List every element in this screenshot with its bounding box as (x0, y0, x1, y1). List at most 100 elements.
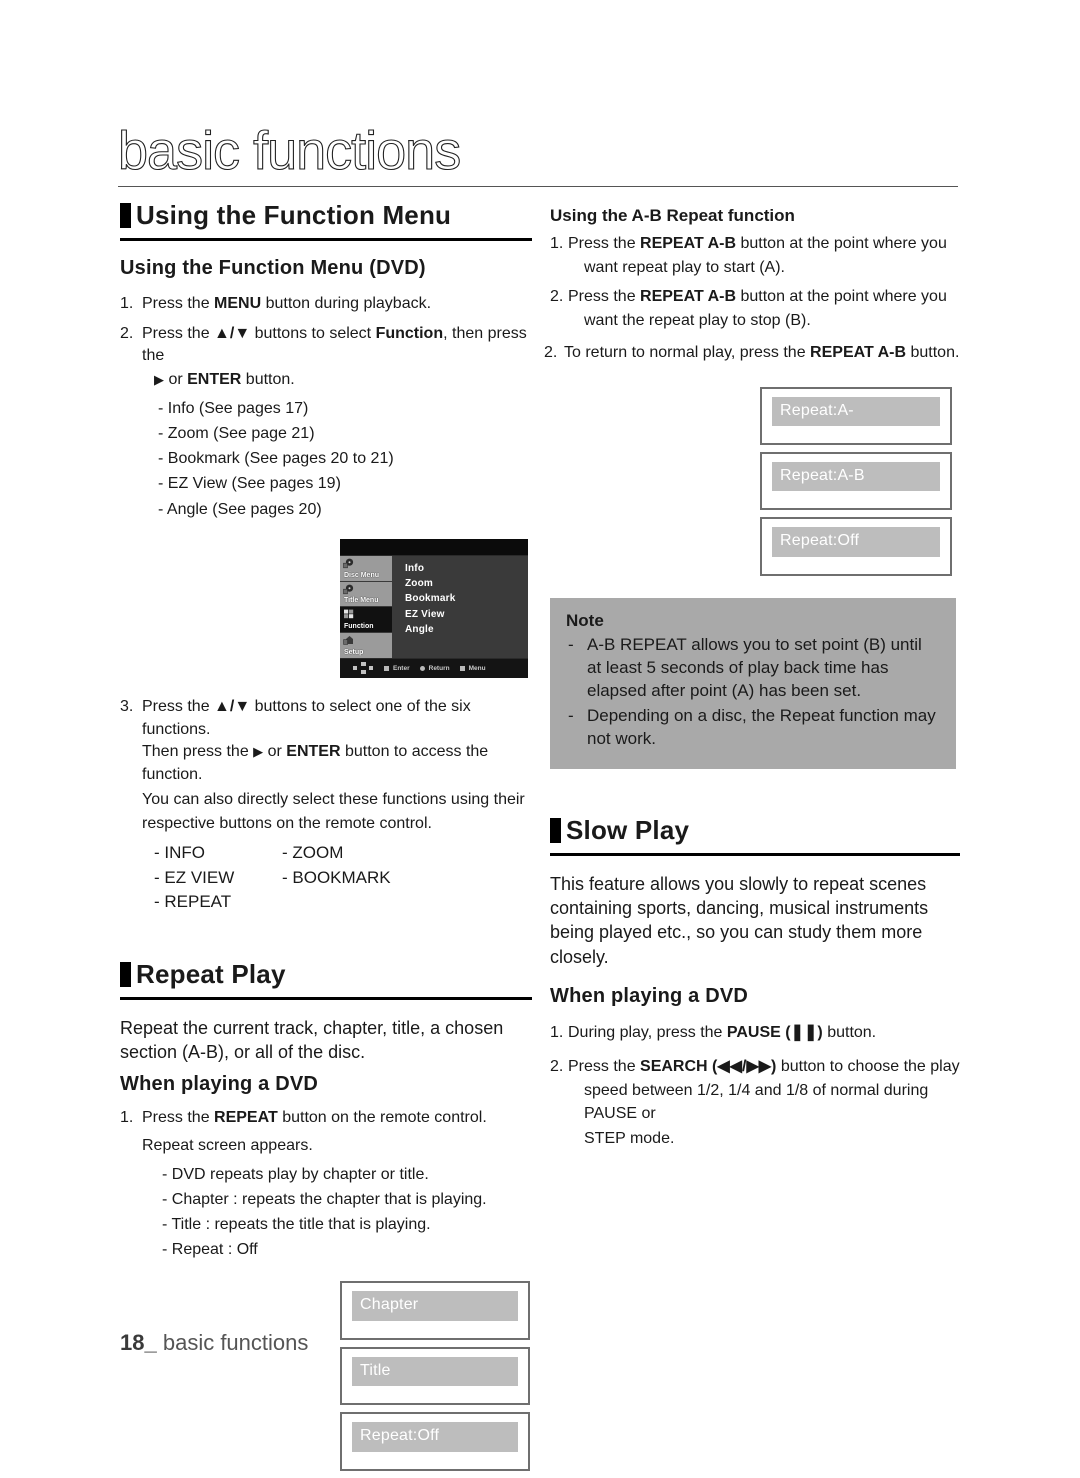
footer-label: basic functions (162, 1330, 309, 1355)
function-left-label: - INFO (154, 843, 205, 863)
list-item: 2. Press the SEARCH (◀◀/▶▶) button to ch… (550, 1056, 960, 1079)
manual-page: basic functions Using the Function Menu … (0, 0, 1080, 1471)
heading-marker-icon (120, 962, 131, 988)
list-item-continuation: STEP mode. (584, 1130, 675, 1148)
osd-label: Chapter (352, 1291, 518, 1321)
list-item: - Title : repeats the title that is play… (162, 1216, 431, 1234)
list-item-continuation: Then press the ▶ or ENTER button to acce… (142, 743, 489, 783)
list-item: - Angle (See pages 20) (158, 500, 322, 518)
menu-item-ez-view[interactable]: EZ View (405, 607, 528, 622)
list-item: 2. To return to normal play, press the R… (544, 342, 960, 365)
dvd-menu-figure: Disc Menu Title Menu Function Setup Info… (340, 538, 532, 678)
list-item: - DVD repeats play by chapter or title. (162, 1165, 429, 1183)
masthead-divider (118, 186, 958, 187)
list-item-number: 2. (550, 1058, 564, 1076)
osd-box: Repeat:A-B (760, 451, 952, 511)
list-item-number: 2. (550, 288, 564, 306)
right-arrow-icon: ▶ (154, 372, 164, 388)
list-item-number: 1. (550, 1023, 564, 1041)
left-column: Using the Function Menu Using the Functi… (120, 200, 532, 1478)
sidebar-item-label: Function (344, 623, 374, 631)
function-shortcut-list: - INFO - ZOOM - EZ VIEW - BOOKMARK - REPEA… (120, 841, 532, 915)
sidebar-item-title-menu[interactable]: Title Menu (340, 581, 392, 608)
setup-icon (343, 635, 356, 646)
list-item: 1. During play, press the PAUSE (❚❚) but… (550, 1022, 960, 1045)
osd-label: Repeat:A-B (772, 461, 940, 492)
list-item-text: Press the ▲/▼ buttons to select Function… (142, 324, 527, 365)
list-item-continuation: You can also directly select these funct… (142, 790, 525, 808)
repeat-play-block: Repeat Play Repeat the current track, ch… (120, 959, 532, 1471)
sidebar-item-setup[interactable]: Setup (340, 633, 392, 659)
sidebar-item-label: Disc Menu (344, 571, 380, 579)
note-item-text: A-B REPEAT allows you to set point (B) u… (587, 634, 922, 701)
list-item: - Chapter : repeats the chapter that is … (162, 1190, 487, 1208)
osd-label: Repeat:A- (772, 396, 940, 426)
page-masthead: basic functions (117, 121, 958, 187)
dvd-menu-topbar (340, 538, 528, 556)
list-item-text: During play, press the PAUSE (❚❚) button… (568, 1023, 877, 1041)
list-item: 1. Press the MENU button during playback… (120, 293, 532, 316)
dvd-hint-label: Enter (393, 664, 410, 672)
title-menu-icon (343, 584, 356, 595)
dvd-hint-label: Return (428, 664, 450, 672)
osd-box: Repeat:Off (760, 517, 952, 576)
list-item-number: 3. (120, 697, 134, 715)
list-item-continuation: respective buttons on the remote control… (142, 815, 432, 833)
list-item: - EZ VIEW - BOOKMARK (154, 866, 532, 891)
list-item: - INFO - ZOOM (154, 841, 532, 866)
note-item: - A-B REPEAT allows you to set point (B)… (566, 633, 940, 703)
list-item-text: Press the ▲/▼ buttons to select one of t… (142, 697, 471, 738)
slow-play-intro: This feature allows you slowly to repeat… (550, 874, 929, 967)
dvd-hint-return: Return (419, 664, 450, 672)
list-item: 2. Press the ▲/▼ buttons to select Funct… (120, 323, 532, 368)
dash-icon: - (568, 634, 574, 654)
list-item: - Zoom (See page 21) (158, 425, 315, 443)
fast-forward-icon: ▶▶ (746, 1058, 772, 1076)
sidebar-item-function[interactable]: Function (340, 607, 392, 634)
menu-item-angle[interactable]: Angle (405, 622, 528, 637)
list-item: - Bookmark (See pages 20 to 21) (158, 450, 394, 468)
note-item-text: Depending on a disc, the Repeat function… (587, 705, 936, 748)
osd-label: Title (352, 1356, 518, 1387)
square-icon (384, 665, 389, 671)
subsection-heading-when-playing-dvd: When playing a DVD (120, 1073, 319, 1096)
disc-menu-icon (343, 558, 356, 569)
section-heading-function-menu: Using the Function Menu (120, 200, 532, 241)
subsection-heading-function-menu-dvd: Using the Function Menu (DVD) (120, 257, 426, 279)
list-item: - Info (See pages 17) (158, 399, 309, 417)
heading-marker-icon (550, 818, 561, 844)
list-item-number: 2. (120, 324, 134, 342)
function-left-label: - EZ VIEW (154, 867, 235, 887)
list-item-continuation: want the repeat play to stop (B). (584, 312, 811, 330)
navpad-icon (352, 662, 374, 675)
right-column: Using the A-B Repeat function 1. Press t… (544, 200, 960, 1156)
sidebar-item-disc-menu[interactable]: Disc Menu (340, 555, 392, 582)
list-item-number: 1. (550, 235, 564, 252)
menu-item-zoom[interactable]: Zoom (405, 576, 528, 591)
list-item-number: 1. (120, 1109, 134, 1127)
sidebar-item-label: Setup (344, 648, 364, 656)
dvd-hint-enter: Enter (384, 665, 410, 672)
slow-play-block: Slow Play This feature allows you slowly… (550, 815, 960, 1151)
list-item: 3. Press the ▲/▼ buttons to select one o… (120, 696, 532, 741)
function-menu-options-list: - Info (See pages 17) - Zoom (See page 2… (120, 397, 532, 521)
dvd-menu-bottombar: Enter Return Menu (340, 657, 528, 678)
dvd-hint-menu: Menu (459, 665, 486, 672)
note-item: - Depending on a disc, the Repeat functi… (566, 704, 940, 751)
list-item: - Repeat : Off (162, 1241, 258, 1259)
menu-item-info[interactable]: Info (405, 561, 528, 576)
repeat-osd-figure: Chapter Title Repeat:Off (340, 1281, 530, 1471)
list-item-text: Press the MENU button during playback. (142, 295, 432, 312)
section-heading-repeat-play: Repeat Play (120, 959, 532, 1001)
list-item-number: 1. (120, 295, 134, 312)
repeat-play-intro: Repeat the current track, chapter, title… (120, 1018, 504, 1063)
pause-icon: ❚❚ (790, 1023, 818, 1041)
page-title: basic functions (117, 121, 461, 181)
list-item-continuation: ▶ or ENTER button. (154, 371, 295, 389)
menu-item-bookmark[interactable]: Bookmark (405, 591, 528, 606)
section-heading-label: Using the Function Menu (136, 200, 452, 230)
list-item: 1. Press the REPEAT A-B button at the po… (550, 233, 960, 256)
section-heading-label: Slow Play (566, 815, 690, 846)
osd-label: Repeat:Off (352, 1422, 518, 1452)
sidebar-item-label: Title Menu (344, 597, 379, 605)
